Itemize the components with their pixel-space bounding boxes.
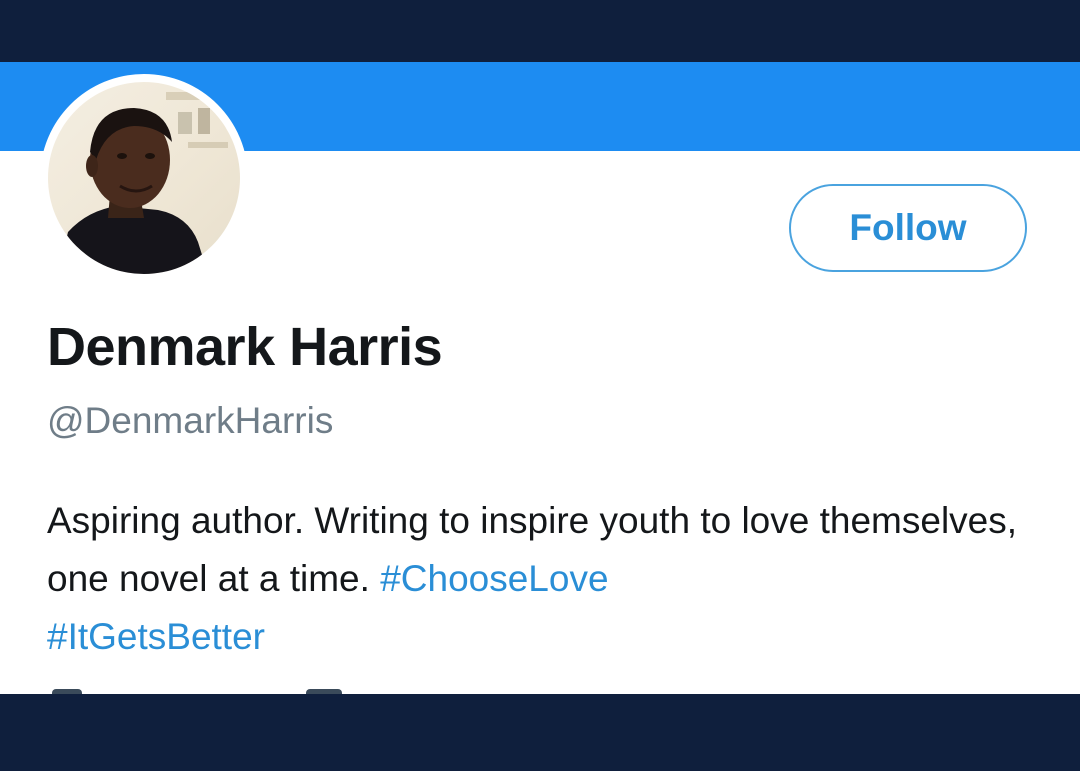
profile-name: Denmark Harris: [47, 317, 443, 377]
avatar[interactable]: [48, 82, 240, 274]
top-frame: [0, 0, 1080, 62]
hashtag-link[interactable]: #ItGetsBetter: [47, 616, 265, 657]
profile-card: Follow Denmark Harris @DenmarkHarris Asp…: [0, 62, 1080, 694]
bottom-frame: [0, 694, 1080, 771]
hashtag-link[interactable]: #ChooseLove: [380, 558, 608, 599]
profile-bio: Aspiring author. Writing to inspire yout…: [47, 492, 1047, 666]
follow-button[interactable]: Follow: [789, 184, 1027, 272]
avatar-ring: [40, 74, 248, 282]
avatar-photo-icon: [58, 92, 228, 274]
profile-handle[interactable]: @DenmarkHarris: [47, 400, 333, 442]
